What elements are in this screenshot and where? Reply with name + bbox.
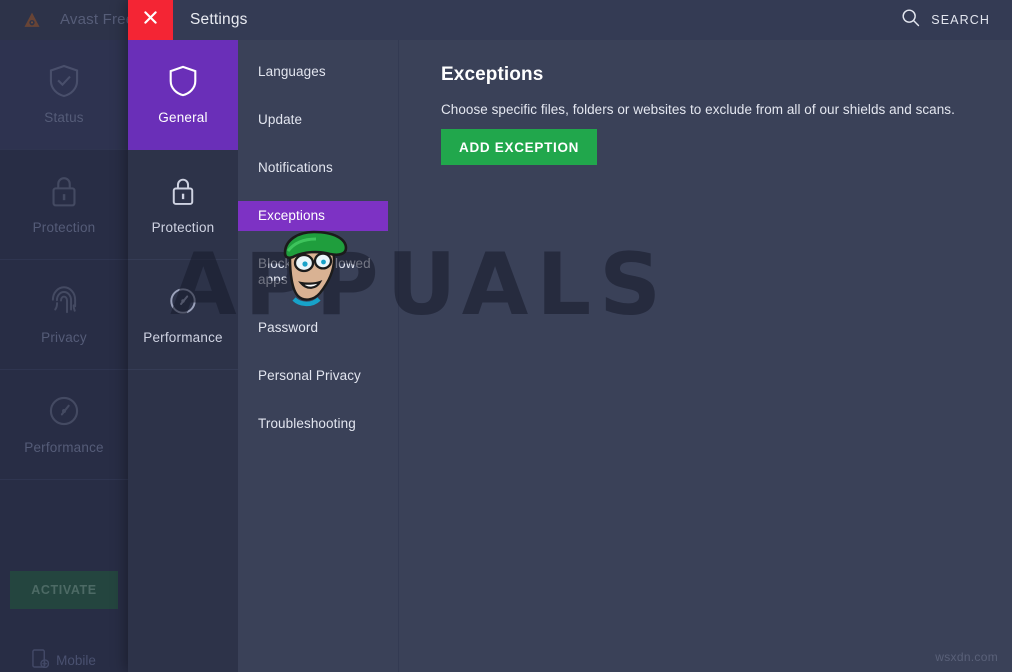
sidebar-item-protection[interactable]: Protection <box>0 150 128 260</box>
category-general[interactable]: General <box>128 40 238 150</box>
subnav-item-exceptions[interactable]: Exceptions <box>238 201 388 231</box>
category-label: General <box>158 110 207 125</box>
sidebar-item-performance[interactable]: Performance <box>0 370 128 480</box>
category-protection[interactable]: Protection <box>128 150 238 260</box>
sidebar-item-label: Performance <box>24 440 103 455</box>
shield-check-icon <box>47 64 81 98</box>
settings-modal: Settings SEARCH General <box>128 0 1012 672</box>
subnav-item-blocked-allowed-apps[interactable]: Blocked & Allowed apps <box>238 249 398 295</box>
subnav-item-password[interactable]: Password <box>238 313 398 343</box>
lock-icon <box>168 175 198 207</box>
sidebar-item-label: Mobile <box>56 653 96 668</box>
page-title: Exceptions <box>441 64 543 86</box>
source-watermark: wsxdn.com <box>935 650 998 664</box>
lock-icon <box>47 174 81 208</box>
avast-logo-icon <box>22 11 42 31</box>
search-icon <box>901 8 920 32</box>
subnav-item-personal-privacy[interactable]: Personal Privacy <box>238 361 398 391</box>
category-label: Performance <box>143 330 222 345</box>
mobile-device-icon <box>32 649 49 671</box>
category-label: Protection <box>152 220 215 235</box>
subnav-item-notifications[interactable]: Notifications <box>238 153 398 183</box>
activate-button[interactable]: ACTIVATE <box>10 571 118 609</box>
sidebar-item-label: Protection <box>33 220 96 235</box>
add-exception-button[interactable]: ADD EXCEPTION <box>441 129 597 165</box>
shield-icon <box>168 65 198 97</box>
speedometer-icon <box>168 285 198 317</box>
category-performance[interactable]: Performance <box>128 260 238 370</box>
modal-title: Settings <box>190 11 248 29</box>
settings-category-rail: General Protection <box>128 40 239 672</box>
settings-content-pane: Exceptions Choose specific files, folder… <box>399 40 1012 672</box>
screen-root: Avast Free A Status <box>0 0 1012 672</box>
search-button[interactable]: SEARCH <box>891 0 1000 40</box>
subnav-item-troubleshooting[interactable]: Troubleshooting <box>238 409 398 439</box>
close-icon <box>144 11 157 29</box>
sidebar-item-mobile[interactable]: Mobile <box>0 630 128 672</box>
subnav-item-update[interactable]: Update <box>238 105 398 135</box>
sidebar-item-label: Privacy <box>41 330 87 345</box>
sidebar-item-privacy[interactable]: Privacy <box>0 260 128 370</box>
settings-subnav: Languages Update Notifications Exception… <box>238 40 399 672</box>
modal-header: Settings SEARCH <box>128 0 1012 41</box>
page-description: Choose specific files, folders or websit… <box>441 102 955 117</box>
sidebar-item-label: Status <box>44 110 83 125</box>
fingerprint-icon <box>47 284 81 318</box>
search-label: SEARCH <box>931 13 990 27</box>
subnav-item-languages[interactable]: Languages <box>238 57 398 87</box>
sidebar-item-status[interactable]: Status <box>0 40 128 150</box>
close-button[interactable] <box>128 0 173 40</box>
speedometer-icon <box>47 394 81 428</box>
background-sidebar: Status Protection <box>0 40 128 672</box>
